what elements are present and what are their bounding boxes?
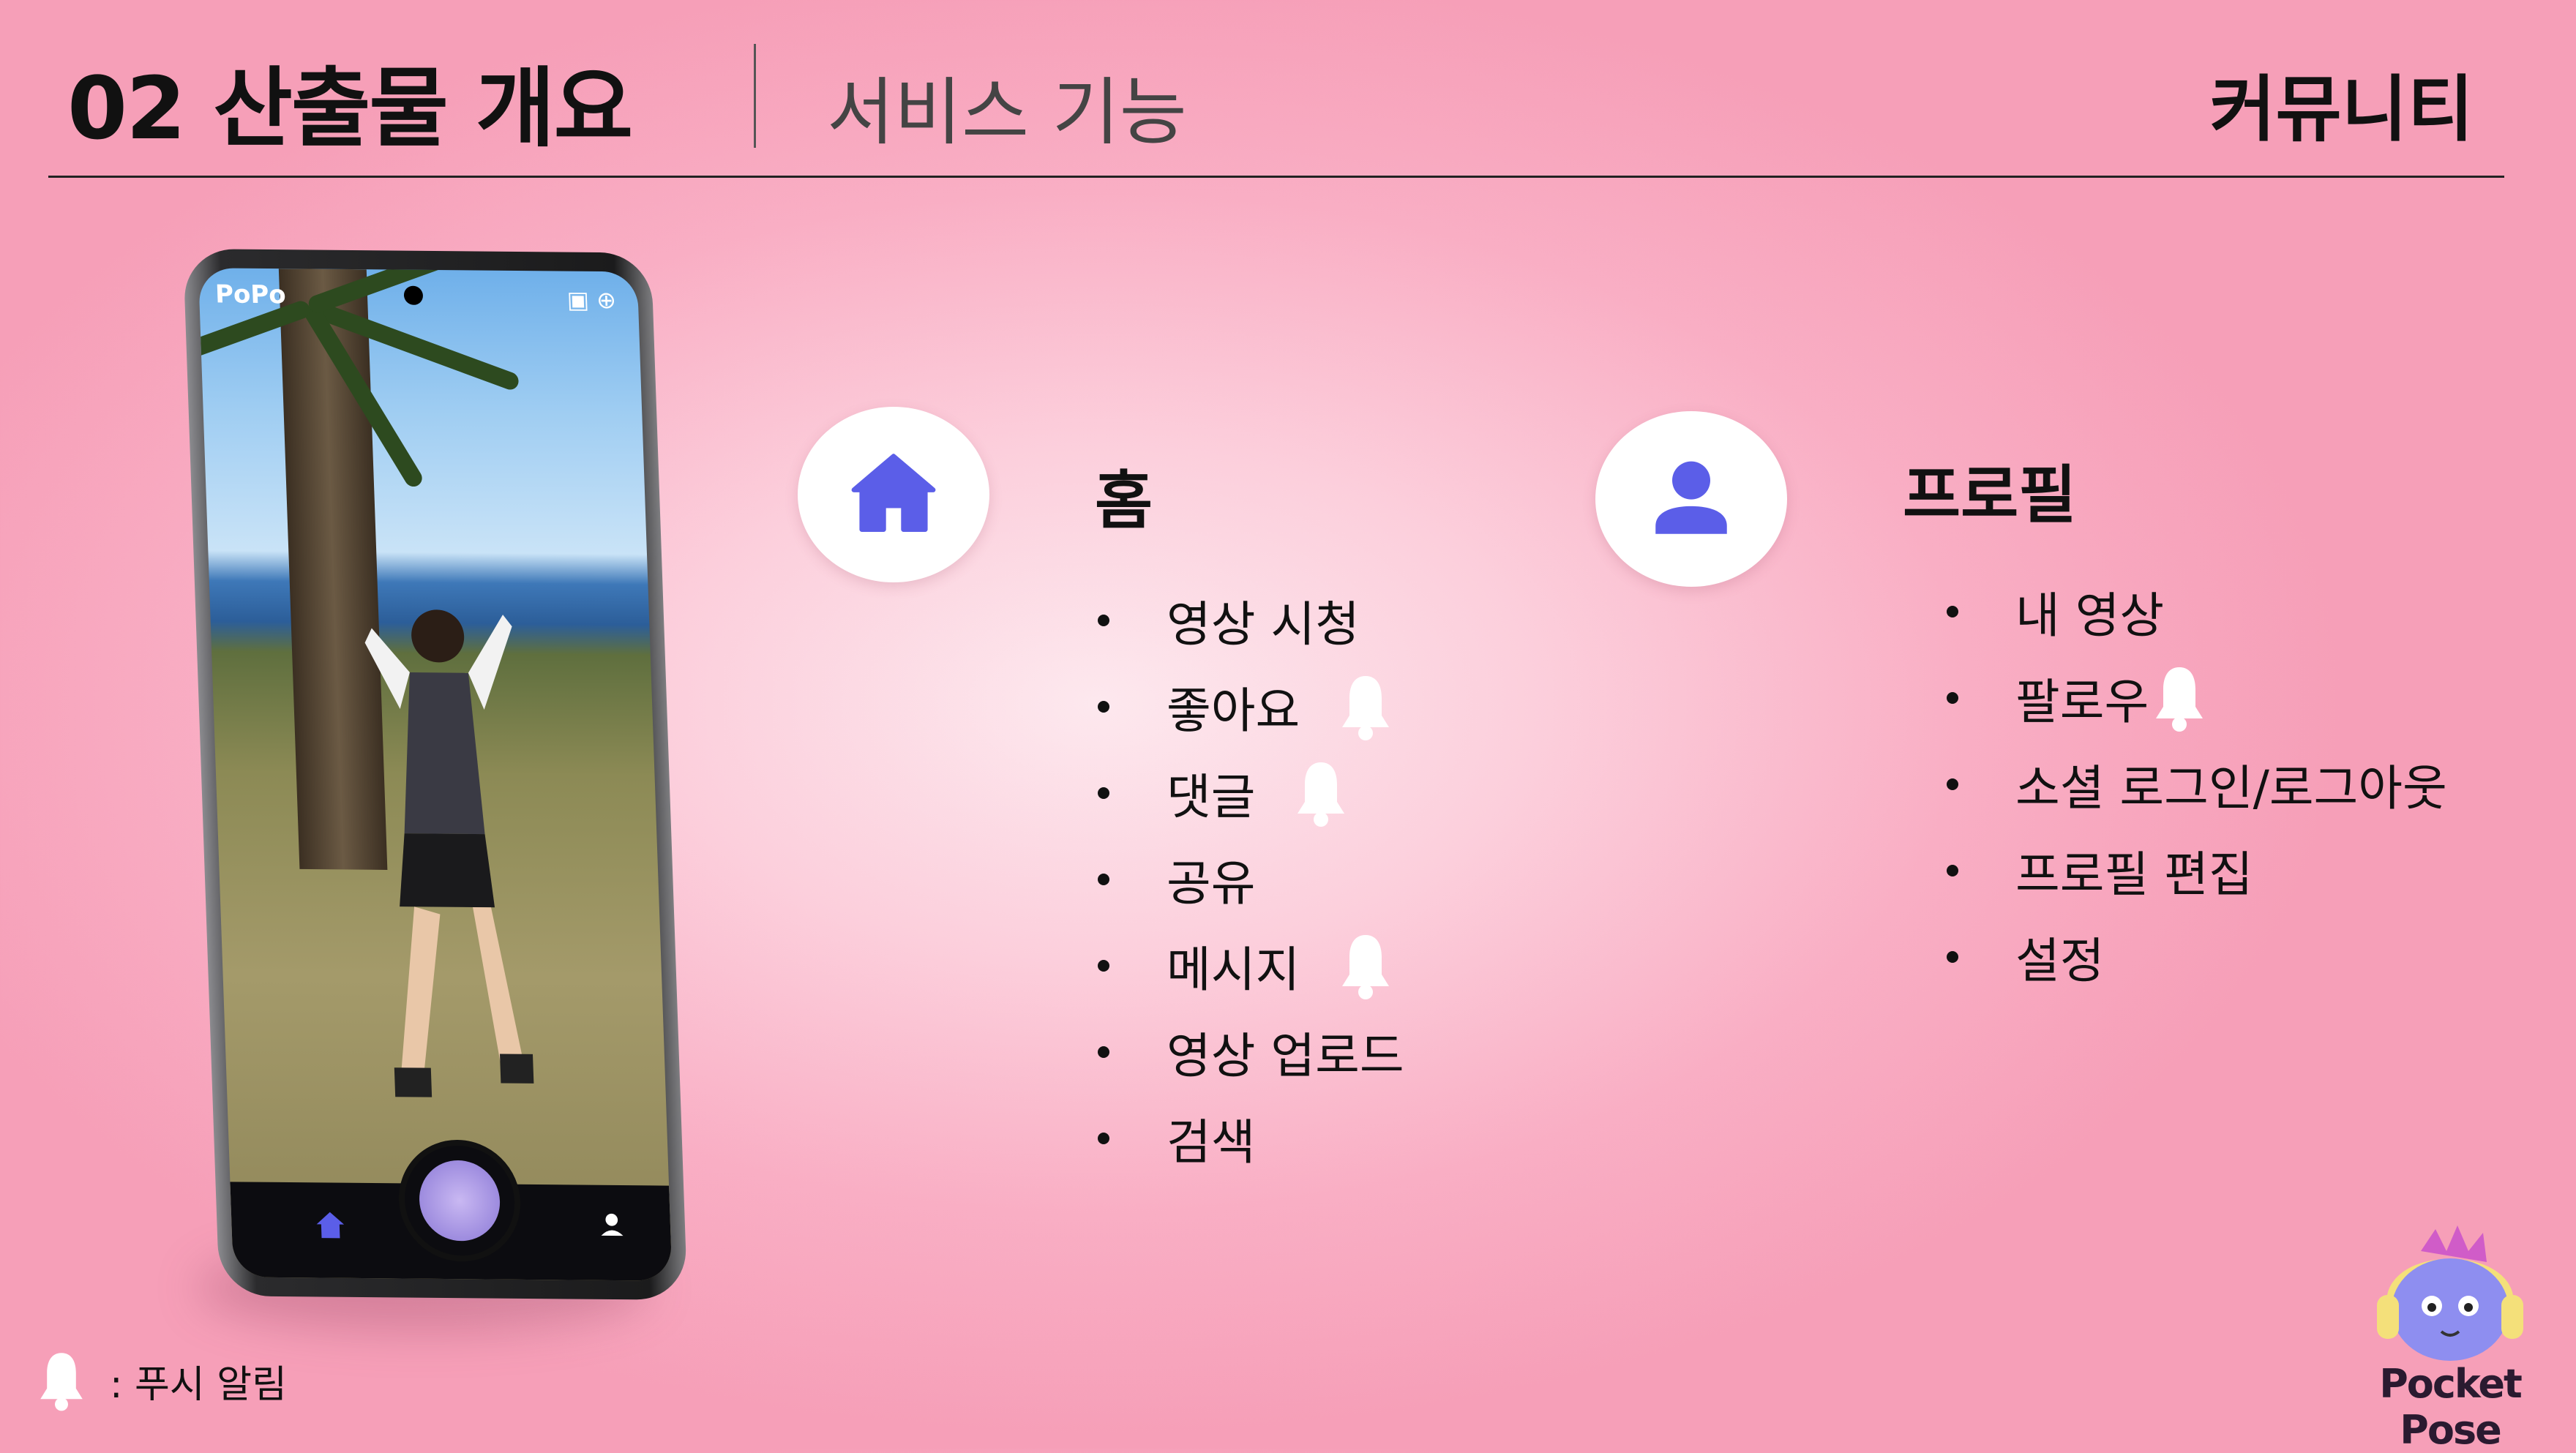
- bullet: [1098, 615, 1109, 626]
- bell-icon: [1342, 676, 1390, 740]
- item-label: 댓글: [1167, 769, 1256, 825]
- bullet: [1098, 874, 1109, 885]
- bullet: [1098, 960, 1109, 972]
- profile-item-edit[interactable]: 프로필 편집: [1947, 836, 2253, 906]
- item-label: 소셜 로그인/로그아웃: [2015, 760, 2447, 816]
- screen-top-icons[interactable]: ▣ ⊕: [566, 286, 617, 315]
- profile-item-my-videos[interactable]: 내 영상: [1947, 577, 2164, 647]
- bullet: [1947, 865, 1958, 876]
- phone-mockup: PoPo ▣ ⊕: [154, 249, 710, 1332]
- home-icon: [851, 454, 936, 532]
- profile-item-settings[interactable]: 설정: [1947, 922, 2104, 992]
- bullet: [1098, 1133, 1109, 1144]
- mascot-logo-icon: [2377, 1225, 2523, 1361]
- item-label: 좋아요: [1167, 683, 1300, 739]
- item-label: 메시지: [1167, 942, 1300, 998]
- profile-item-follow[interactable]: 팔로우: [1947, 663, 2209, 733]
- user-icon: [1655, 461, 1727, 534]
- item-label: 검색: [1167, 1114, 1256, 1171]
- bullet: [1947, 778, 1958, 790]
- mascot-button[interactable]: [397, 1139, 523, 1262]
- bullet: [1947, 606, 1958, 617]
- home-item-share[interactable]: 공유: [1098, 844, 1255, 915]
- item-label: 프로필 편집: [2015, 846, 2253, 903]
- home-item-upload[interactable]: 영상 업로드: [1098, 1017, 1404, 1087]
- item-label: 공유: [1167, 855, 1256, 912]
- bell-icon: [40, 1353, 83, 1411]
- brand-logo: Pocket Pose: [2355, 1222, 2545, 1453]
- bell-icon: [2156, 667, 2204, 732]
- mascot-icon: [418, 1160, 501, 1242]
- home-item-message[interactable]: 메시지: [1098, 931, 1395, 1001]
- item-label: 영상 시청: [1167, 596, 1360, 653]
- user-icon[interactable]: [596, 1210, 626, 1239]
- legend-text: : 푸시 알림: [110, 1362, 287, 1407]
- bullet: [1098, 701, 1109, 713]
- profile-title: 프로필: [1903, 459, 2077, 532]
- home-item-like[interactable]: 좋아요: [1098, 672, 1395, 742]
- phone-frame: PoPo ▣ ⊕: [183, 249, 688, 1300]
- item-label: 영상 업로드: [1167, 1028, 1404, 1084]
- home-item-comment[interactable]: 댓글: [1098, 758, 1350, 828]
- phone-bottom-nav: [230, 1139, 673, 1281]
- profile-item-social-login[interactable]: 소셜 로그인/로그아웃: [1947, 749, 2447, 819]
- home-item-search[interactable]: 검색: [1098, 1103, 1255, 1174]
- app-logo: PoPo: [214, 279, 287, 310]
- item-label: 내 영상: [2015, 587, 2165, 644]
- dancer-image: [364, 609, 536, 1097]
- home-item-watch[interactable]: 영상 시청: [1098, 585, 1360, 656]
- header-divider: [754, 44, 756, 148]
- home-icon-circle: [798, 407, 989, 582]
- bell-icon: [1342, 935, 1390, 999]
- item-label: 팔로우: [2015, 674, 2149, 730]
- bullet: [1947, 951, 1958, 963]
- phone-screen: PoPo ▣ ⊕: [198, 268, 673, 1281]
- bullet: [1947, 692, 1958, 704]
- bullet: [1098, 787, 1109, 799]
- home-title: 홈: [1095, 465, 1153, 538]
- item-label: 설정: [2015, 933, 2105, 989]
- push-legend: : 푸시 알림: [35, 1348, 287, 1413]
- section-label: 커뮤니티: [2209, 68, 2474, 151]
- home-icon[interactable]: [312, 1207, 350, 1244]
- page-title: 02 산출물 개요: [67, 58, 633, 159]
- bell-icon: [1298, 762, 1345, 827]
- bullet: [1098, 1046, 1109, 1058]
- page-subtitle: 서비스 기능: [827, 70, 1187, 155]
- profile-icon-circle: [1595, 411, 1787, 587]
- header-rule: [48, 176, 2504, 178]
- brand-name: Pocket Pose: [2379, 1361, 2523, 1453]
- camera-hole: [403, 285, 424, 305]
